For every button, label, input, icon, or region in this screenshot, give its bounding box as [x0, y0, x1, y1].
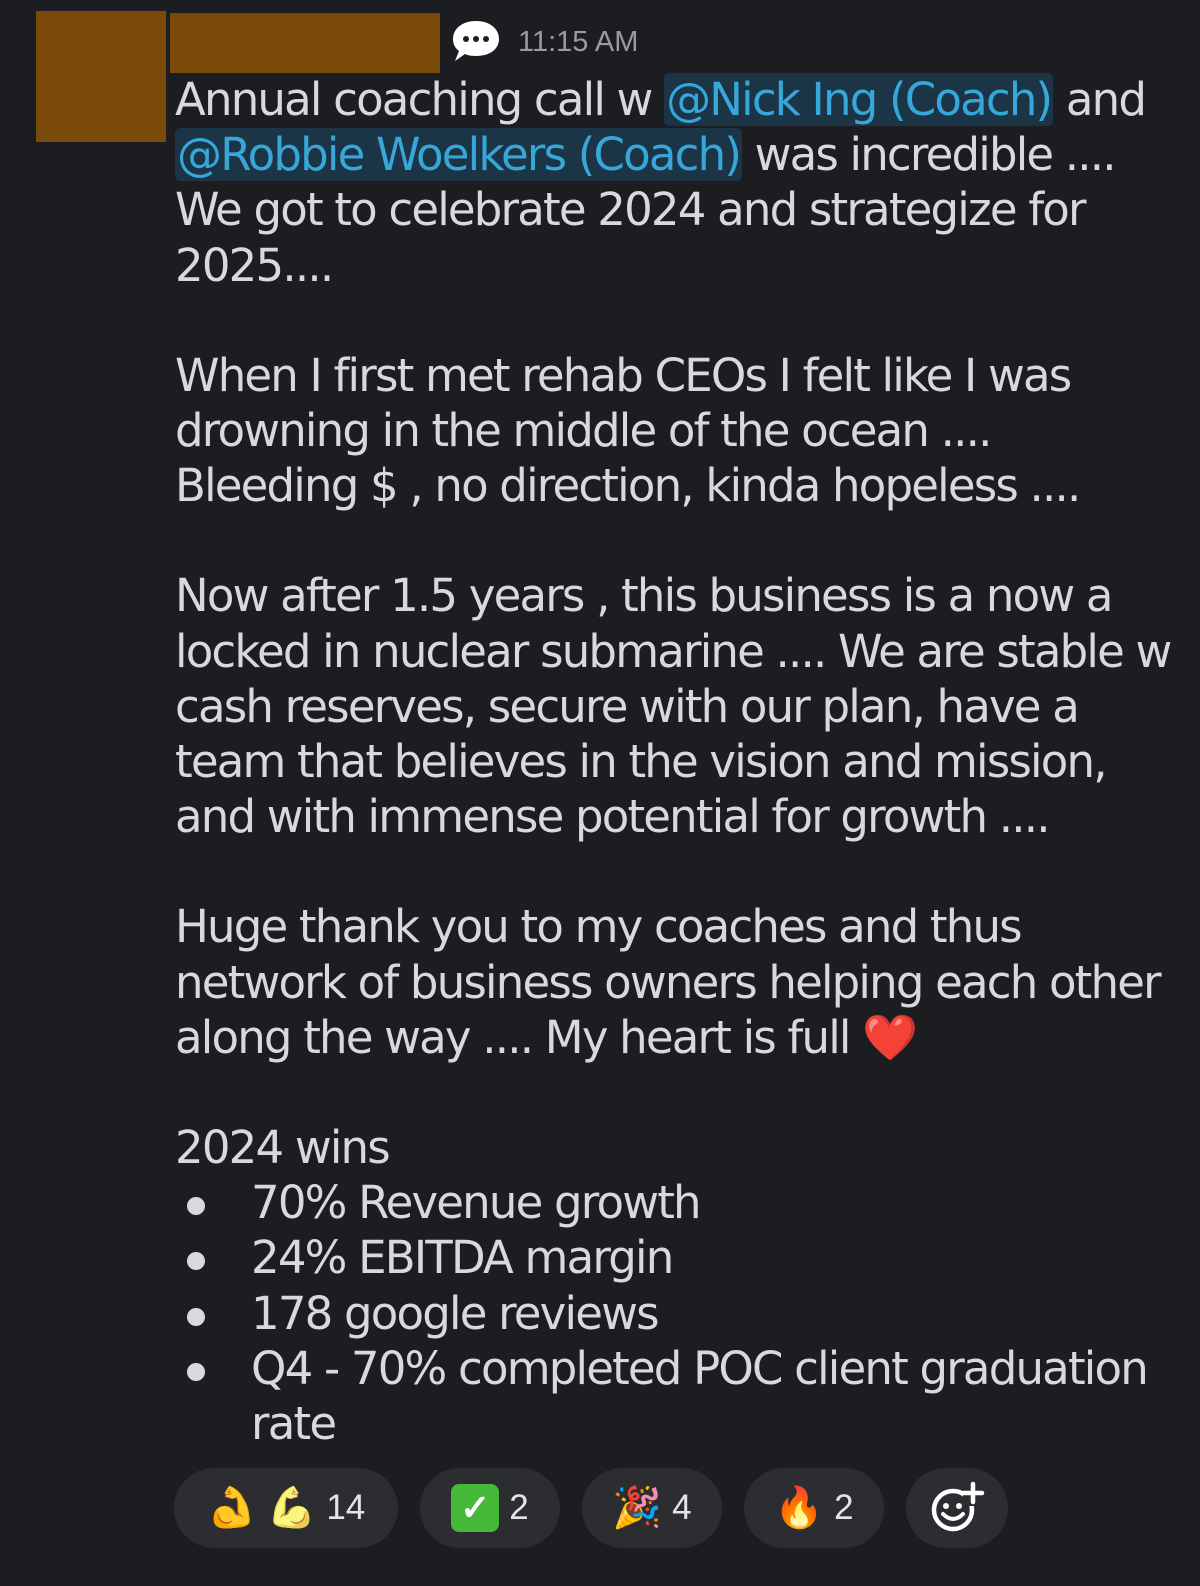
paragraph-4-text: Huge thank you to my coaches and thus ne… [175, 900, 1162, 1064]
add-reaction-icon [931, 1481, 985, 1532]
reaction-count: 4 [672, 1488, 692, 1527]
check-mark-icon: ✓ [451, 1484, 500, 1532]
list-item: 24% EBITDA margin [175, 1230, 1175, 1285]
heart-emoji-icon: ❤️ [862, 1010, 918, 1064]
message-body: Annual coaching call w @Nick Ing (Coach)… [175, 72, 1175, 1451]
fire-icon: 🔥 [774, 1486, 825, 1530]
wins-list: 70% Revenue growth 24% EBITDA margin 178… [175, 1175, 1175, 1451]
wins-heading: 2024 wins [175, 1121, 391, 1175]
paragraph-4: Huge thank you to my coaches and thus ne… [175, 899, 1175, 1065]
flexed-biceps-icon: 💪 [206, 1486, 257, 1530]
reaction-count: 14 [326, 1488, 366, 1527]
reaction-count: 2 [509, 1488, 529, 1527]
list-item: Q4 - 70% completed POC client graduation… [175, 1341, 1175, 1451]
line1-and: and [1053, 73, 1147, 126]
party-popper-icon: 🎉 [612, 1486, 663, 1530]
paragraph-1: Annual coaching call w @Nick Ing (Coach)… [175, 72, 1175, 293]
sender-name-redacted[interactable] [170, 13, 440, 73]
message-timestamp[interactable]: 11:15 AM [518, 26, 638, 59]
add-reaction-button[interactable] [906, 1468, 1008, 1548]
flexed-biceps-icon: 💪 [266, 1486, 317, 1530]
list-item: 70% Revenue growth [175, 1175, 1175, 1230]
line1-text: Annual coaching call w [175, 73, 665, 126]
reactions-bar: 💪 💪 14 ✓ 2 🎉 4 🔥 2 [174, 1468, 1008, 1548]
reaction-fire[interactable]: 🔥 2 [744, 1468, 884, 1548]
list-item: 178 google reviews [175, 1286, 1175, 1341]
reaction-flexed-biceps[interactable]: 💪 💪 14 [174, 1468, 398, 1548]
reaction-check-mark[interactable]: ✓ 2 [420, 1468, 560, 1548]
reaction-count: 2 [834, 1488, 854, 1527]
mention-robbie-woelkers[interactable]: @Robbie Woelkers (Coach) [175, 128, 743, 182]
avatar[interactable] [36, 11, 166, 142]
paragraph-2: When I first met rehab CEOs I felt like … [175, 348, 1081, 513]
thread-bubble-icon[interactable] [450, 18, 502, 64]
reaction-party-popper[interactable]: 🎉 4 [582, 1468, 722, 1548]
paragraph-3: Now after 1.5 years , this business is a… [175, 569, 1172, 844]
mention-nick-ing[interactable]: @Nick Ing (Coach) [664, 73, 1054, 126]
